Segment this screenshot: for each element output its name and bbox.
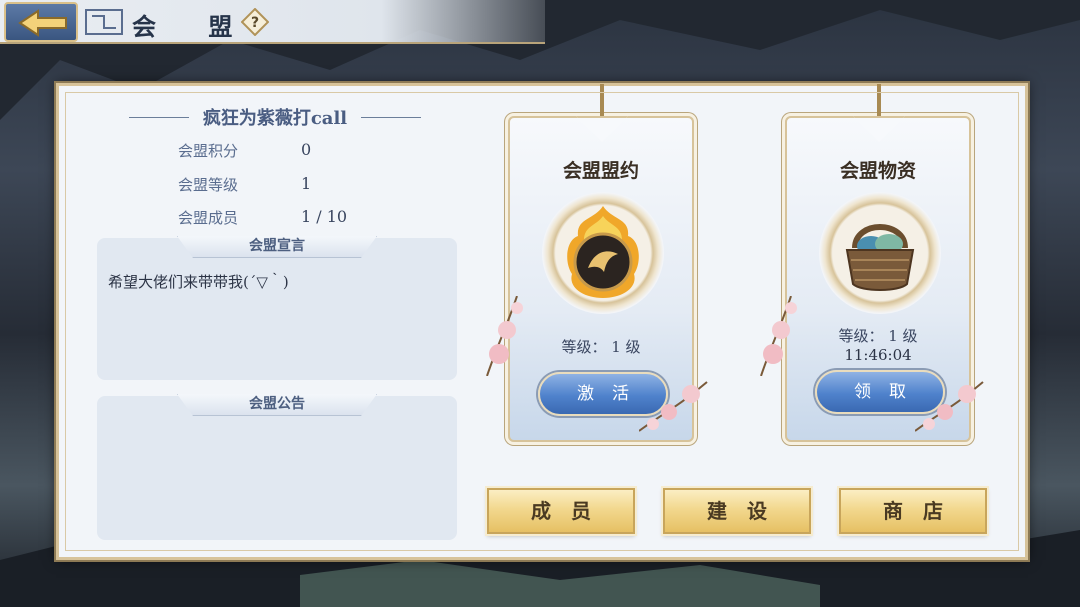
build-button[interactable]: 建设 bbox=[663, 488, 811, 534]
plum-blossom-icon bbox=[639, 381, 708, 432]
pact-card-title: 会盟盟约 bbox=[562, 160, 639, 182]
hanging-rope bbox=[877, 84, 881, 118]
pact-icon-frame bbox=[542, 192, 664, 314]
svg-text:?: ? bbox=[251, 15, 259, 31]
supplies-card: 会盟物资 等级： 1 级 11:46:04 领取 bbox=[785, 84, 971, 442]
shop-button[interactable]: 商店 bbox=[839, 488, 987, 534]
plum-blossom-icon bbox=[760, 296, 797, 376]
stat-label-members: 会盟成员 bbox=[178, 209, 239, 227]
declaration-box[interactable]: 会盟宣言 希望大佬们来带带我(´▽｀) bbox=[97, 236, 457, 380]
guild-panel: 疯狂为紫薇打call 会盟积分 0 会盟等级 1 会盟成员 1 / 10 会盟宣… bbox=[56, 83, 1028, 560]
hanging-rope bbox=[600, 84, 604, 118]
stat-label-points: 会盟积分 bbox=[178, 142, 239, 160]
guild-name: 疯狂为紫薇打call bbox=[202, 108, 348, 129]
stat-value-level: 1 bbox=[301, 174, 312, 193]
divider-right bbox=[361, 117, 421, 118]
pact-level: 等级： 1 级 bbox=[561, 338, 641, 356]
supplies-timer: 11:46:04 bbox=[844, 346, 912, 364]
guild-name-row: 疯狂为紫薇打call bbox=[125, 102, 425, 132]
question-icon: ? bbox=[240, 7, 270, 37]
plum-blossom-icon bbox=[486, 296, 523, 376]
stat-value-points: 0 bbox=[301, 140, 312, 159]
flaming-orb-icon bbox=[567, 206, 639, 298]
back-arrow-icon bbox=[18, 9, 67, 37]
activate-button[interactable]: 激活 bbox=[538, 372, 668, 416]
top-bar: 会 盟 ? bbox=[0, 0, 545, 44]
divider-left bbox=[129, 117, 189, 118]
plum-blossom-icon bbox=[915, 381, 984, 432]
stat-value-members: 1 / 10 bbox=[301, 207, 348, 226]
back-button[interactable] bbox=[4, 2, 78, 42]
title-ornament-icon bbox=[85, 9, 123, 35]
supply-basket-icon bbox=[845, 224, 915, 291]
supplies-icon-frame bbox=[819, 192, 941, 314]
notice-box[interactable]: 会盟公告 bbox=[97, 394, 457, 540]
declaration-title: 会盟宣言 bbox=[177, 236, 377, 258]
declaration-text: 希望大佬们来带带我(´▽｀) bbox=[108, 273, 289, 291]
notice-title: 会盟公告 bbox=[177, 394, 377, 416]
help-button[interactable]: ? bbox=[240, 7, 270, 37]
pact-card: 会盟盟约 等级： 1 级 激活 bbox=[508, 84, 694, 442]
page-title: 会 盟 bbox=[132, 12, 255, 41]
supplies-level: 等级： 1 级 bbox=[838, 327, 918, 345]
supplies-card-title: 会盟物资 bbox=[839, 160, 916, 182]
card-notch bbox=[576, 116, 628, 142]
card-notch bbox=[853, 116, 905, 142]
claim-button[interactable]: 领取 bbox=[815, 370, 945, 414]
stat-label-level: 会盟等级 bbox=[178, 176, 239, 194]
members-button[interactable]: 成员 bbox=[487, 488, 635, 534]
